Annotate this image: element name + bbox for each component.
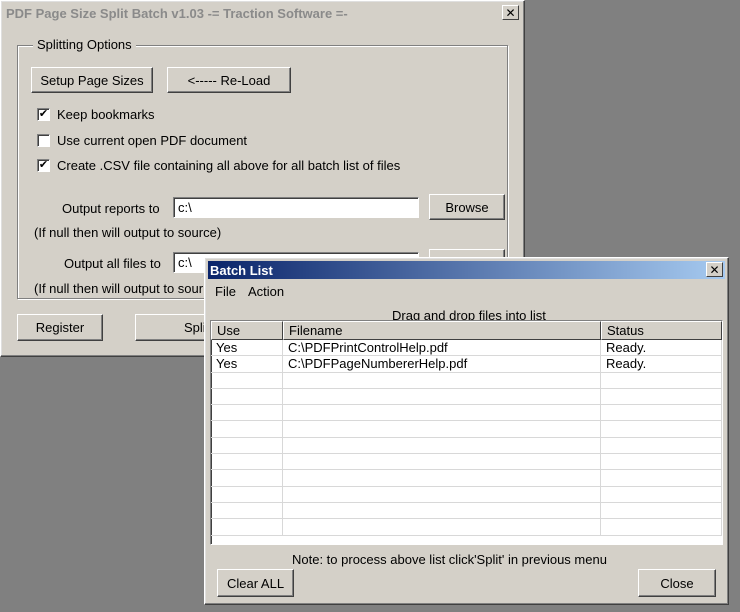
table-row[interactable]: Yes C:\PDFPrintControlHelp.pdf Ready. — [211, 340, 722, 357]
table-row[interactable]: Yes C:\PDFPageNumbererHelp.pdf Ready. — [211, 356, 722, 373]
create-csv-checkbox[interactable]: ✔ Create .CSV file containing all above … — [37, 158, 400, 173]
output-reports-note: (If null then will output to source) — [34, 225, 222, 240]
close-button[interactable]: Close — [638, 569, 716, 597]
empty-row — [211, 437, 722, 455]
empty-row — [211, 405, 722, 422]
output-files-label: Output all files to — [64, 256, 161, 271]
process-note: Note: to process above list click'Split'… — [292, 552, 607, 567]
use-cell — [211, 437, 283, 454]
use-cell — [211, 421, 283, 437]
output-reports-input[interactable]: c:\ — [173, 197, 419, 218]
use-cell — [211, 372, 283, 388]
close-icon: ✕ — [505, 5, 516, 20]
filename-cell: C:\PDFPageNumbererHelp.pdf — [283, 356, 601, 372]
filename-cell: C:\PDFPrintControlHelp.pdf — [283, 340, 601, 356]
menu-file[interactable]: File — [209, 282, 242, 300]
checkmark-icon: ✔ — [37, 159, 50, 172]
empty-row — [211, 519, 722, 536]
main-window-title: PDF Page Size Split Batch v1.03 -= Tract… — [6, 5, 348, 21]
list-header: Use Filename Status — [211, 321, 722, 340]
status-cell — [601, 470, 722, 486]
empty-row — [211, 388, 722, 406]
output-files-note: (If null then will output to sour — [34, 281, 204, 296]
filename-cell — [283, 372, 601, 388]
keep-bookmarks-label: Keep bookmarks — [57, 107, 155, 122]
list-body: Yes C:\PDFPrintControlHelp.pdf Ready. Yes C:… — [211, 340, 722, 536]
use-cell — [211, 470, 283, 486]
use-current-pdf-checkbox[interactable]: Use current open PDF document — [37, 133, 247, 148]
main-titlebar[interactable]: PDF Page Size Split Batch v1.03 -= Tract… — [4, 4, 521, 22]
column-header-filename[interactable]: Filename — [283, 321, 601, 340]
use-cell: Yes — [211, 340, 283, 356]
batch-menubar: File Action — [209, 282, 290, 300]
use-cell — [211, 388, 283, 405]
filename-cell — [283, 502, 601, 519]
create-csv-label: Create .CSV file containing all above fo… — [57, 158, 401, 173]
status-cell — [601, 388, 722, 405]
status-cell: Ready. — [601, 356, 722, 372]
use-cell — [211, 502, 283, 519]
status-cell: Ready. — [601, 340, 722, 356]
filename-cell — [283, 519, 601, 535]
empty-row — [211, 486, 722, 503]
batch-window-title: Batch List — [210, 262, 273, 278]
filename-cell — [283, 437, 601, 454]
status-cell — [601, 454, 722, 470]
close-icon: ✕ — [709, 262, 720, 277]
empty-row — [211, 470, 722, 487]
batch-list-window: Batch List ✕ File Action Drag and drop f… — [204, 257, 729, 605]
empty-row — [211, 502, 722, 520]
use-current-pdf-label: Use current open PDF document — [57, 133, 248, 148]
filename-cell — [283, 421, 601, 437]
column-header-status[interactable]: Status — [601, 321, 722, 340]
keep-bookmarks-checkbox[interactable]: ✔ Keep bookmarks — [37, 107, 155, 122]
status-cell — [601, 437, 722, 454]
clear-all-button[interactable]: Clear ALL — [217, 569, 294, 597]
setup-page-sizes-button[interactable]: Setup Page Sizes — [31, 67, 153, 93]
use-cell: Yes — [211, 356, 283, 372]
filename-cell — [283, 388, 601, 405]
use-cell — [211, 486, 283, 502]
filename-cell — [283, 470, 601, 486]
menu-action[interactable]: Action — [242, 282, 290, 300]
status-cell — [601, 519, 722, 535]
filename-cell — [283, 454, 601, 470]
browse-button[interactable]: Browse — [429, 194, 505, 220]
use-cell — [211, 454, 283, 470]
column-header-use[interactable]: Use — [211, 321, 283, 340]
empty-row — [211, 372, 722, 389]
batch-titlebar[interactable]: Batch List ✕ — [208, 261, 725, 279]
empty-row — [211, 454, 722, 471]
use-cell — [211, 519, 283, 535]
status-cell — [601, 421, 722, 437]
batch-close-x-button[interactable]: ✕ — [706, 262, 723, 277]
status-cell — [601, 372, 722, 388]
status-cell — [601, 502, 722, 519]
status-cell — [601, 405, 722, 421]
reload-button[interactable]: <----- Re-Load — [167, 67, 291, 93]
main-close-button[interactable]: ✕ — [502, 5, 519, 20]
checkbox-empty-icon — [37, 134, 50, 147]
filename-cell — [283, 486, 601, 502]
splitting-options-label: Splitting Options — [33, 37, 136, 52]
register-button[interactable]: Register — [17, 314, 103, 341]
filename-cell — [283, 405, 601, 421]
checkmark-icon: ✔ — [37, 108, 50, 121]
status-cell — [601, 486, 722, 502]
batch-file-list[interactable]: Use Filename Status Yes C:\PDFPrintContro… — [210, 320, 723, 545]
use-cell — [211, 405, 283, 421]
output-reports-label: Output reports to — [62, 201, 160, 216]
empty-row — [211, 421, 722, 438]
